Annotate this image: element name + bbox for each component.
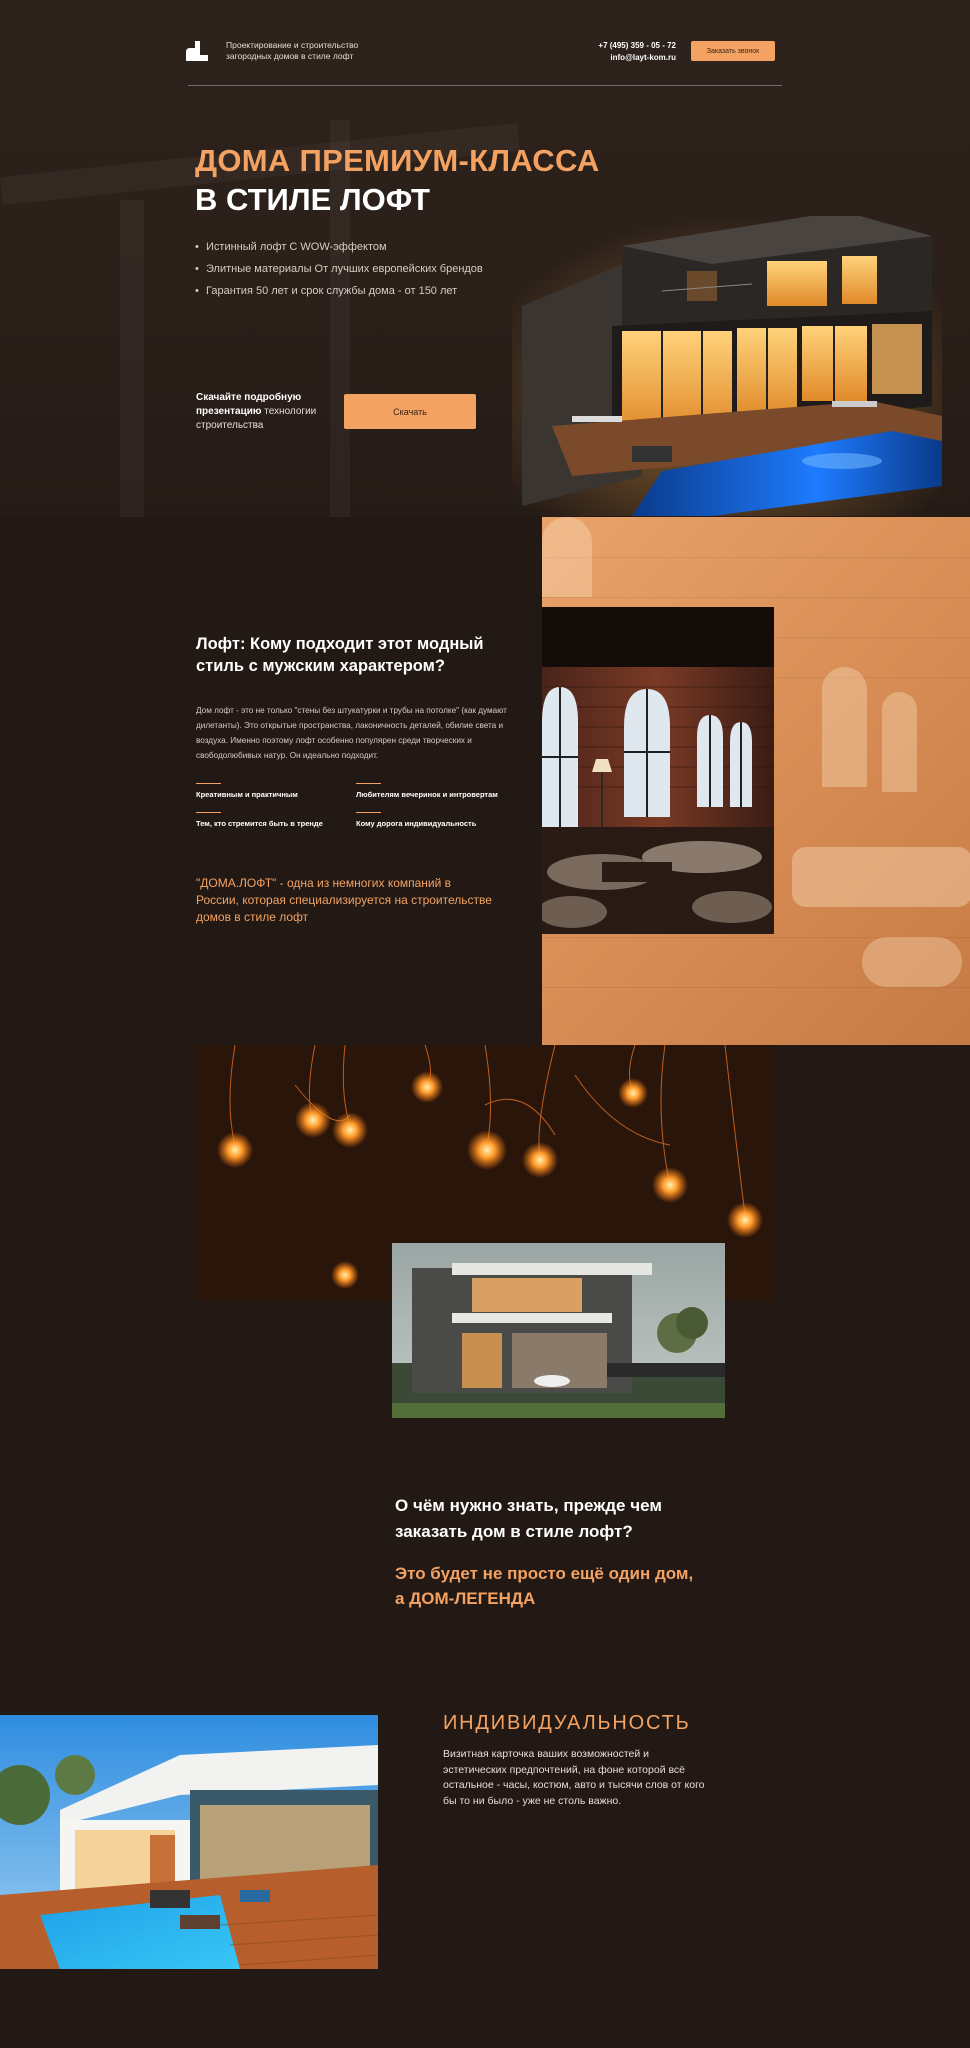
download-caption: Скачайте подробную презентацию технологи… [196,391,336,433]
hero-bg-column [330,120,350,517]
benefit-item: Элитные материалы От лучших европейских … [195,263,483,275]
individuality-title: ИНДИВИДУАЛЬНОСТЬ [443,1712,691,1734]
loft-heading: Лофт: Кому подходит этот модный стиль с … [196,635,484,675]
individuality-text: Визитная карточка ваших возможностей и э… [443,1748,705,1807]
phone-link[interactable]: +7 (495) 359 - 05 - 72 [560,40,676,52]
download-button[interactable]: Скачать [344,394,476,429]
tag-divider [356,783,381,784]
hero-house-image [512,216,942,516]
tag-divider [196,812,221,813]
hero-section: Проектирование и строительство загородны… [0,0,970,517]
modern-house-image [392,1243,725,1418]
audience-tag: Любителям вечеринок и интровертам [356,790,498,799]
logo-icon[interactable] [186,40,208,62]
brand-tagline: Проектирование и строительство загородны… [226,40,359,61]
loft-description: Дом лофт - это не только "стены без штук… [196,706,507,760]
header-divider [188,85,782,86]
call-request-button[interactable]: Заказать звонок [691,41,775,61]
audience-tag: Креативным и практичным [196,790,298,799]
hero-title-line1: ДОМА ПРЕМИУМ-КЛАССА [195,143,600,178]
email-link[interactable]: info@layt-kom.ru [560,52,676,64]
tag-divider [196,783,221,784]
tag-divider [356,812,381,813]
faq-question: О чём нужно знать, прежде чем заказать д… [395,1496,662,1541]
hero-bg-column [120,200,144,517]
contacts: +7 (495) 359 - 05 - 72 info@layt-kom.ru [560,40,676,64]
pool-house-image [0,1715,378,1969]
benefit-item: Гарантия 50 лет и срок службы дома - от … [195,285,483,297]
hero-benefits-list: Истинный лофт С WOW-эффектом Элитные мат… [195,241,483,307]
benefit-item: Истинный лофт С WOW-эффектом [195,241,483,253]
company-quote: "ДОМА.ЛОФТ" - одна из немногих компаний … [196,876,492,924]
loft-interior-image [542,607,774,934]
audience-tag: Кому дорога индивидуальность [356,819,477,828]
hero-title-line2: В СТИЛЕ ЛОФТ [195,182,430,217]
faq-answer: Это будет не просто ещё один дом, а ДОМ-… [395,1564,694,1608]
audience-tag: Тем, кто стремится быть в тренде [196,819,323,828]
